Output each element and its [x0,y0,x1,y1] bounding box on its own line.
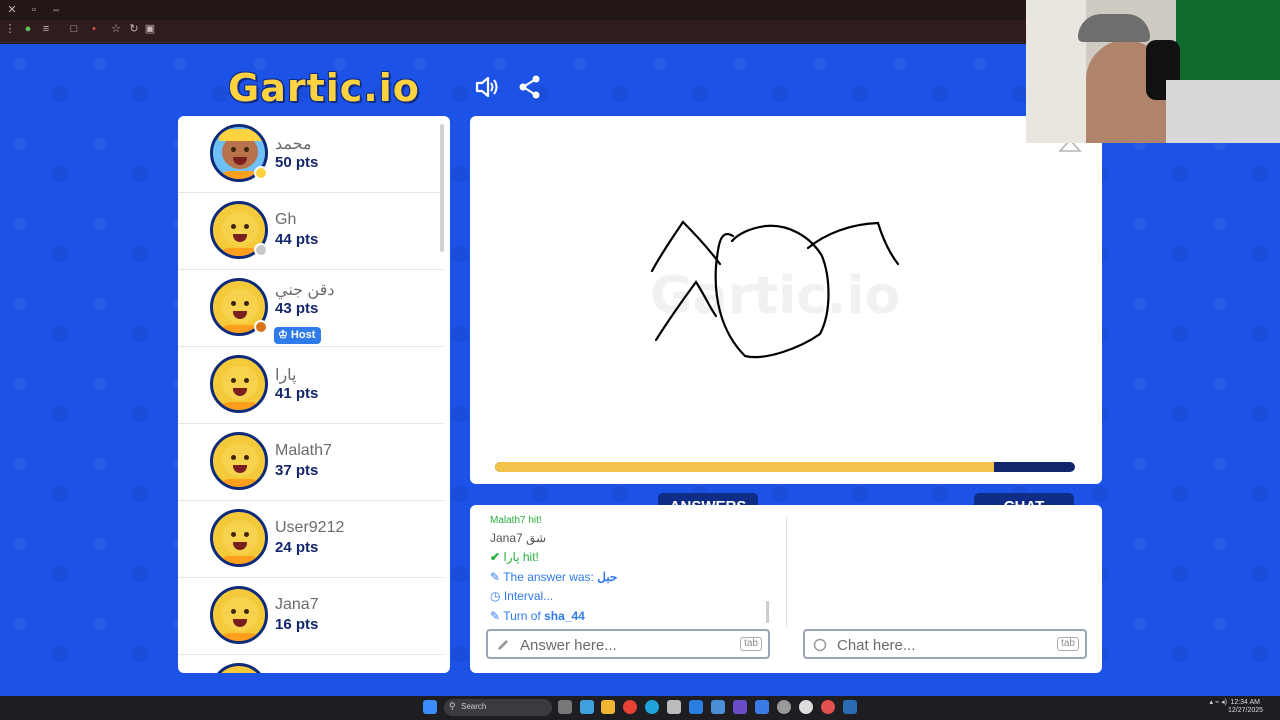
player-row[interactable]: Jana7 16 pts [178,578,444,655]
player-row[interactable]: محمد 50 pts [178,116,444,193]
time-progress-bar [495,462,1075,472]
player-row[interactable]: User9212 24 pts [178,501,444,578]
menu-dots-icon[interactable]: ⋮ [4,23,16,35]
task-view-icon[interactable] [558,700,572,714]
panel-divider [786,517,787,627]
player-points: 37 pts [275,462,319,479]
pencil-icon: ✎ [490,609,501,623]
flag-background [1176,0,1280,90]
player-row[interactable]: دقن جني 43 pts ♔ Host [178,270,444,347]
windows-start-icon[interactable] [423,700,437,714]
tab-key-hint: tab [740,637,762,651]
record-icon[interactable]: • [88,23,100,35]
avatar [210,355,268,413]
avatar [210,663,268,673]
pencil-icon [498,640,508,650]
player-name: User9212 [275,519,345,536]
host-badge: ♔ Host [274,327,322,344]
player-name: Gh [275,211,297,228]
answer-placeholder: Answer here... [520,637,617,654]
player-name: دقن جني [275,282,335,299]
chrome-icon[interactable] [623,700,637,714]
sound-icon[interactable] [474,74,500,100]
time-progress-fill [495,462,994,472]
players-list: محمد 50 pts Gh 44 pts دقن جني 43 pts ♔ H… [178,116,450,673]
player-name: پارا [275,367,297,384]
chat-input[interactable]: Chat here... tab [803,629,1087,659]
file-explorer-icon[interactable] [601,700,615,714]
extensions-puzzle-icon[interactable]: ▣ [144,23,156,35]
chair-background [1166,80,1280,143]
reload-icon[interactable]: ↻ [128,23,140,35]
obs-icon[interactable] [799,700,813,714]
player-row[interactable]: پارا 41 pts [178,347,444,424]
tray-icons[interactable]: ▴ ⌁ ◂) [1195,699,1227,707]
clock[interactable]: 12:34 AM 12/27/2025 [1228,699,1263,715]
answer-reveal-message: ✎ The answer was: حبل [490,570,618,584]
minimize-icon[interactable]: – [50,4,62,16]
app-icon[interactable] [777,700,791,714]
answers-scrollbar[interactable] [766,601,769,623]
app-icon[interactable] [755,700,769,714]
widgets-icon[interactable] [580,700,594,714]
app-icon[interactable] [821,700,835,714]
drawing-strokes [650,220,900,359]
tab-key-hint: tab [1057,637,1079,651]
app-icon[interactable] [711,700,725,714]
status-dot [254,243,268,257]
player-points: 16 pts [275,616,319,633]
interval-message: ◷ Interval... [490,589,554,603]
player-name: محمد [275,136,312,153]
edge-icon[interactable] [645,700,659,714]
clock-icon: ◷ [490,589,501,603]
screenshot-icon[interactable]: □ [68,23,80,35]
avatar [210,586,268,644]
extension-shield-icon[interactable]: ● [22,23,34,35]
search-icon: ⚲ [449,701,456,711]
drawing-canvas[interactable]: Gartic.io [470,116,1102,484]
player-points: 43 pts [275,300,319,317]
status-dot [254,320,268,334]
bookmark-star-icon[interactable]: ☆ [110,23,122,35]
answer-message-cut: Malath7 hit! [490,515,542,523]
wall-background [1026,0,1086,143]
avatar [210,432,268,490]
player-points: 50 pts [275,154,319,171]
answer-hit-message: ✔ پارا hit! [490,550,539,564]
player-points: 24 pts [275,539,319,556]
turn-message: ✎ Turn of sha_44 [490,609,585,623]
restore-icon[interactable]: ▫ [28,4,40,16]
answers-chat-panel: Malath7 hit! Jana7 شق ✔ پارا hit! ✎ The … [470,505,1102,673]
chat-placeholder: Chat here... [837,637,916,654]
avatar [210,509,268,567]
chat-bubble-icon [813,638,827,652]
windows-taskbar: ⚲ Search ▴ ⌁ ◂) 12:34 AM 12/27/2025 [0,696,1280,720]
players-scrollbar[interactable] [440,124,444,252]
extension-icon[interactable]: ≡ [40,23,52,35]
store-icon[interactable] [667,700,681,714]
player-row[interactable]: Gh 44 pts [178,193,444,270]
status-dot [254,166,268,180]
taskbar-search[interactable]: ⚲ Search [444,699,552,716]
close-icon[interactable]: ✕ [6,4,18,16]
checkmark-icon: ✔ [490,550,501,564]
player-points: 44 pts [275,231,319,248]
answer-input[interactable]: Answer here... tab [486,629,770,659]
app-icon[interactable] [733,700,747,714]
answer-message: Jana7 شق [490,531,547,545]
player-row[interactable]: Malath7 37 pts [178,424,444,501]
player-row-partial [178,655,444,673]
share-icon[interactable] [517,74,543,100]
crown-icon: ♔ [278,329,291,341]
pencil-icon: ✎ [490,570,501,584]
webcam-overlay [1026,0,1280,143]
person-cap [1078,14,1150,42]
player-name: Jana7 [275,596,319,613]
gartic-logo[interactable]: Gartic.io [228,66,420,110]
player-name: Malath7 [275,442,332,459]
player-points: 41 pts [275,385,319,402]
app-icon[interactable] [689,700,703,714]
app-icon[interactable] [843,700,857,714]
